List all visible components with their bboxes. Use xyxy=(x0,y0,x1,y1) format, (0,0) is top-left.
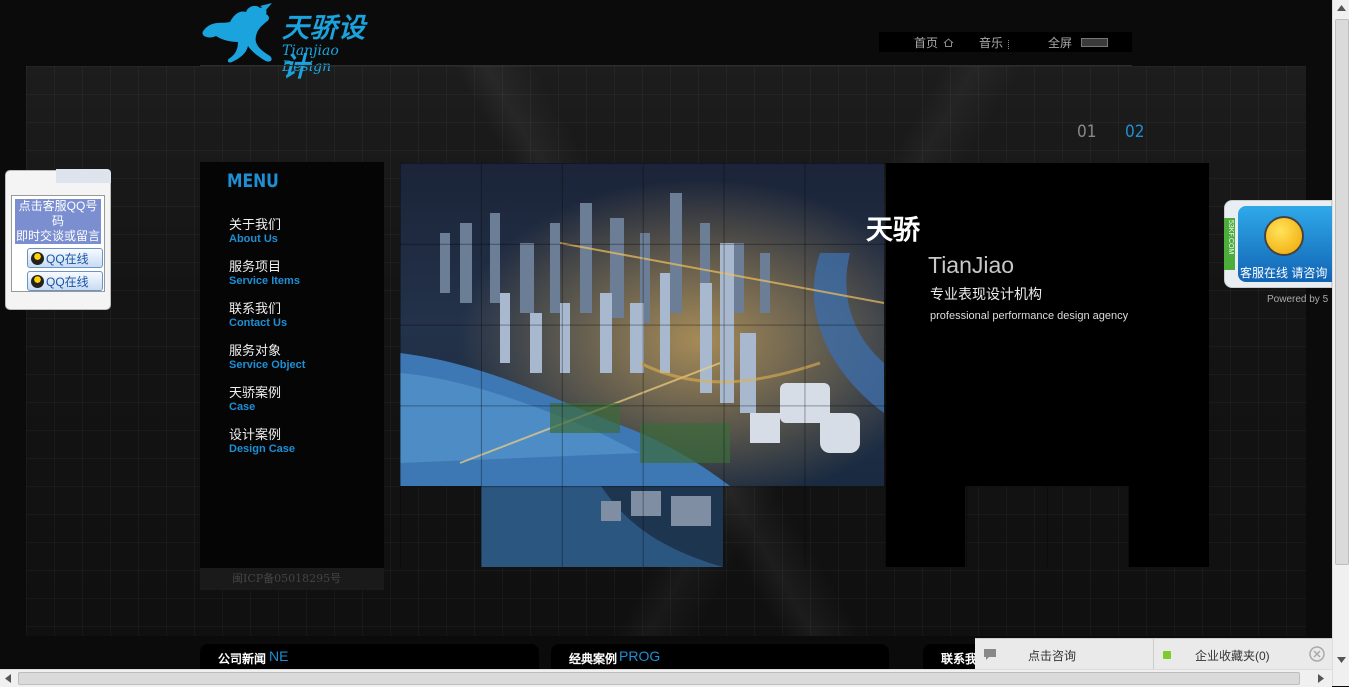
menu-item-sublabel: Contact Us xyxy=(229,317,288,329)
scroll-left-arrow-icon[interactable] xyxy=(5,674,11,683)
menu-item-service[interactable]: 服务项目 Service Items xyxy=(229,259,300,288)
header-divider xyxy=(200,65,1132,66)
music-icon xyxy=(1008,40,1012,49)
news-tab[interactable]: 公司新闻 NE xyxy=(200,644,539,669)
chat-bubble-icon xyxy=(984,649,996,660)
service-widget-side-tab: 53KF.COM xyxy=(1224,218,1235,270)
scroll-up-arrow-icon[interactable] xyxy=(1337,5,1346,11)
consult-divider xyxy=(1153,639,1154,670)
contact-tab[interactable]: 联系我 xyxy=(923,644,983,669)
menu-item-sublabel: Service Object xyxy=(229,359,306,371)
menu-item-label: 设计案例 xyxy=(229,427,282,442)
contact-tab-label: 联系我 xyxy=(941,652,978,666)
banner-subtitle: TianJiao xyxy=(928,252,1015,278)
horizontal-scrollbar[interactable] xyxy=(0,669,1332,687)
online-status-icon xyxy=(1163,651,1171,659)
qq-widget-inner: 点击客服QQ号码 即时交谈或留言 QQ在线 QQ在线 xyxy=(11,195,105,292)
news-tab-en: NE xyxy=(269,648,289,664)
nav-music-label: 音乐 xyxy=(979,36,1004,50)
banner-tile xyxy=(1129,486,1209,567)
side-menu: MENU 关于我们 About Us 服务项目 Service Items 联系… xyxy=(200,162,384,590)
nav-fullscreen-label: 全屏 xyxy=(1048,36,1073,50)
menu-item-label: 服务项目 xyxy=(229,259,282,274)
qq-online-button[interactable]: QQ在线 xyxy=(27,248,103,268)
menu-item-label: 联系我们 xyxy=(229,301,282,316)
nav-fullscreen[interactable]: 全屏 xyxy=(1048,34,1109,51)
page-02-link[interactable]: 02 xyxy=(1125,122,1144,142)
menu-item-label: 服务对象 xyxy=(229,343,282,358)
city-night-photo-lower xyxy=(481,486,723,567)
menu-item-label: 关于我们 xyxy=(229,217,282,232)
menu-item-object[interactable]: 服务对象 Service Object xyxy=(229,343,305,372)
banner-slogan-cn: 专业表现设计机构 xyxy=(930,286,1042,302)
vertical-scrollbar[interactable] xyxy=(1332,0,1349,686)
qq-online-label: QQ在线 xyxy=(46,274,89,289)
banner-empty-tile xyxy=(400,486,481,567)
close-circle-icon[interactable] xyxy=(1309,646,1325,662)
logo[interactable]: 天骄设计 Tianjiao Design xyxy=(200,0,390,83)
banner-tile-block xyxy=(886,163,1209,486)
menu-item-design-case[interactable]: 设计案例 Design Case xyxy=(229,427,295,456)
cases-tab-en: PROG xyxy=(619,648,661,664)
city-night-photo xyxy=(400,163,884,486)
menu-item-contact[interactable]: 联系我们 Contact Us xyxy=(229,301,287,330)
nav-home[interactable]: 首页 xyxy=(914,34,954,51)
service-widget-label: 客服在线 请咨询 xyxy=(1240,266,1328,280)
qq-online-button[interactable]: QQ在线 xyxy=(27,271,103,291)
banner-slogan-en: professional performance design agency xyxy=(930,310,1129,322)
icp-license[interactable]: 闽ICP备05018295号 xyxy=(200,568,384,590)
menu-item-about[interactable]: 关于我们 About Us xyxy=(229,217,281,246)
news-tab-label: 公司新闻 xyxy=(218,652,267,666)
top-nav: 首页 音乐 全屏 xyxy=(879,32,1132,52)
qq-online-label: QQ在线 xyxy=(46,251,89,266)
qq-header-line1: 点击客服QQ号码 xyxy=(18,199,98,228)
menu-item-sublabel: Case xyxy=(229,401,256,413)
qq-widget-tab xyxy=(56,169,111,183)
powered-by-text[interactable]: Powered by 5 xyxy=(1267,294,1328,305)
nav-music[interactable]: 音乐 xyxy=(979,34,1012,51)
menu-title: MENU xyxy=(227,170,279,192)
horizontal-scroll-thumb[interactable] xyxy=(18,672,1300,685)
vertical-scroll-thumb[interactable] xyxy=(1335,19,1349,565)
online-service-widget[interactable]: 53KF.COM 客服在线 请咨询 xyxy=(1224,200,1332,290)
menu-item-label: 天骄案例 xyxy=(229,385,282,400)
qq-header-line2: 即时交谈或留言 xyxy=(15,229,100,243)
qq-widget-header: 点击客服QQ号码 即时交谈或留言 xyxy=(15,199,101,244)
menu-item-sublabel: Design Case xyxy=(229,443,296,455)
consult-button[interactable]: 点击咨询 xyxy=(1028,647,1076,664)
qq-penguin-icon xyxy=(31,251,44,265)
smiley-face-icon xyxy=(1264,216,1304,256)
fullscreen-icon xyxy=(1081,38,1109,47)
cases-tab[interactable]: 经典案例 PROG xyxy=(551,644,889,669)
consult-bar: 点击咨询 企业收藏夹(0) xyxy=(975,638,1332,670)
scroll-right-arrow-icon[interactable] xyxy=(1318,674,1324,683)
menu-item-sublabel: About Us xyxy=(229,233,278,245)
favorites-button[interactable]: 企业收藏夹(0) xyxy=(1195,647,1270,664)
qq-penguin-icon xyxy=(31,274,44,288)
scroll-down-arrow-icon[interactable] xyxy=(1337,657,1346,663)
menu-item-case[interactable]: 天骄案例 Case xyxy=(229,385,281,414)
qq-service-widget: 点击客服QQ号码 即时交谈或留言 QQ在线 QQ在线 xyxy=(5,169,111,310)
nav-home-label: 首页 xyxy=(914,36,939,50)
side-tab-text: 53KF.COM xyxy=(1227,220,1234,255)
page-01-link[interactable]: 01 xyxy=(1077,122,1096,142)
home-icon xyxy=(943,38,954,47)
menu-item-sublabel: Service Items xyxy=(229,275,300,287)
banner-title: 天骄 xyxy=(866,215,920,245)
logo-en-text: Tianjiao Design xyxy=(282,43,339,75)
banner-tile xyxy=(886,486,965,567)
horse-rider-logo-icon xyxy=(202,3,272,63)
cases-tab-label: 经典案例 xyxy=(569,652,618,666)
